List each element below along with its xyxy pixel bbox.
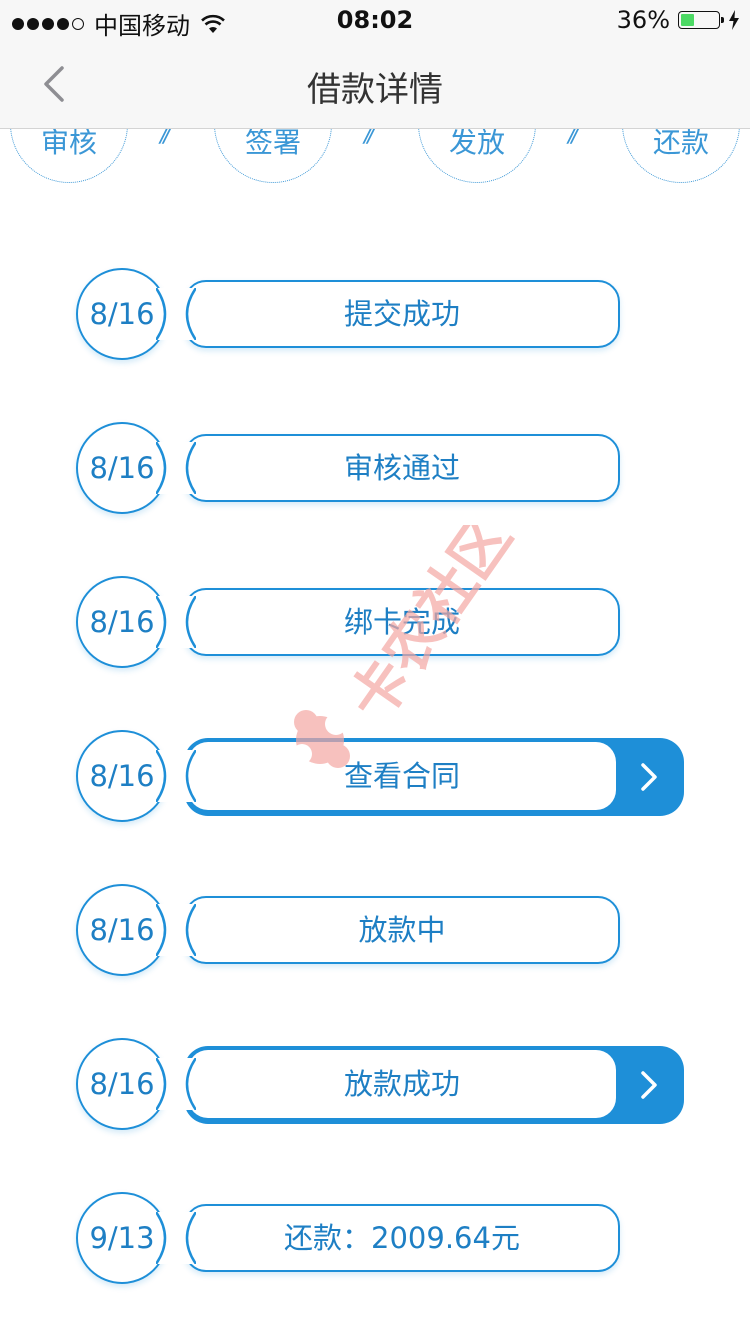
step-date: 8/16	[89, 297, 155, 331]
timeline-step: 8/16 绑卡完成	[76, 576, 686, 672]
step-label: 放款中	[358, 913, 446, 947]
step-label: 审核通过	[343, 451, 460, 485]
status-right: 36%	[617, 6, 740, 34]
timeline-step: 8/16 放款成功	[76, 1038, 686, 1134]
battery-percent: 36%	[616, 6, 670, 34]
timeline-step: 8/16 放款中	[76, 884, 686, 980]
step-status-pill: 放款中	[184, 896, 620, 964]
step-date: 8/16	[89, 913, 155, 947]
stage-progress-header: 审核 // 签署 // 发放 // 还款	[0, 129, 750, 199]
navigation-bar: 借款详情	[0, 40, 750, 129]
timeline-step: 8/16 审核通过	[76, 422, 686, 518]
step-date: 8/16	[89, 1067, 155, 1101]
chevron-right-icon	[641, 763, 657, 791]
page-title: 借款详情	[307, 70, 443, 110]
battery-icon	[678, 11, 724, 29]
timeline-step: 8/16 提交成功	[76, 268, 686, 364]
stage-label-repay: 还款	[652, 129, 709, 159]
stage-label-sign: 签署	[244, 129, 301, 159]
charging-bolt-icon	[729, 10, 739, 30]
stage-separator: //	[364, 129, 375, 148]
disbursement-success-button[interactable]: 放款成功	[184, 1046, 684, 1124]
step-label: 放款成功	[343, 1067, 460, 1101]
step-status-pill: 还款：2009.64元	[184, 1204, 620, 1272]
step-status-pill: 查看合同	[188, 742, 616, 810]
chevron-right-icon	[641, 1071, 657, 1099]
step-date: 8/16	[89, 605, 155, 639]
step-date: 8/16	[89, 759, 155, 793]
stage-separator: //	[568, 129, 579, 148]
step-label: 还款：2009.64元	[284, 1221, 520, 1255]
step-label: 绑卡完成	[343, 605, 460, 639]
step-date: 8/16	[89, 451, 155, 485]
timeline-step: 9/13 还款：2009.64元	[76, 1192, 686, 1288]
status-bar: 中国移动 08:02 36%	[0, 0, 750, 40]
step-status-pill: 绑卡完成	[184, 588, 620, 656]
timeline-step: 8/16 查看合同	[76, 730, 686, 826]
stage-separator: //	[160, 129, 171, 148]
step-label: 查看合同	[343, 759, 460, 793]
view-contract-button[interactable]: 查看合同	[184, 738, 684, 816]
step-status-pill: 提交成功	[184, 280, 620, 348]
stage-label-review: 审核	[40, 129, 97, 159]
step-status-pill: 审核通过	[184, 434, 620, 502]
step-label: 提交成功	[343, 297, 460, 331]
step-status-pill: 放款成功	[188, 1050, 616, 1118]
stage-label-disburse: 发放	[448, 129, 505, 159]
step-date: 9/13	[89, 1221, 155, 1255]
